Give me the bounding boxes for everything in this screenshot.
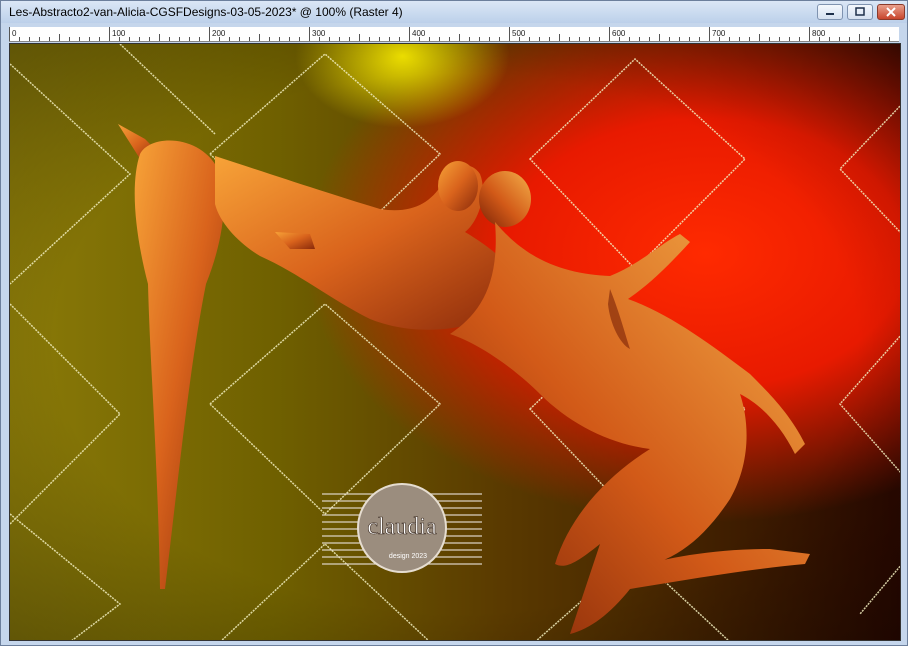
ruler-label: 300 xyxy=(312,29,326,38)
close-icon xyxy=(886,7,896,17)
watermark-subtext: design 2023 xyxy=(389,553,427,560)
window-title: Les-Abstracto2-van-Alicia-CGSFDesigns-03… xyxy=(9,5,403,19)
close-button[interactable] xyxy=(877,4,905,20)
watermark-text: claudia xyxy=(367,514,437,540)
maximize-icon xyxy=(855,7,865,16)
minimize-icon xyxy=(826,13,834,15)
horizontal-ruler[interactable]: 0 100 200 300 400 500 600 700 800 xyxy=(9,27,899,42)
image-canvas[interactable]: claudia design 2023 xyxy=(9,43,901,641)
ruler-label: 600 xyxy=(612,29,626,38)
artwork: claudia design 2023 xyxy=(10,44,900,640)
ruler-label: 0 xyxy=(12,29,17,38)
image-window: Les-Abstracto2-van-Alicia-CGSFDesigns-03… xyxy=(0,0,908,646)
maximize-button[interactable] xyxy=(847,4,873,20)
ruler-label: 400 xyxy=(412,29,426,38)
minimize-button[interactable] xyxy=(817,4,843,20)
title-bar[interactable]: Les-Abstracto2-van-Alicia-CGSFDesigns-03… xyxy=(1,1,907,23)
ruler-label: 200 xyxy=(212,29,226,38)
ruler-label: 100 xyxy=(112,29,126,38)
ruler-label: 800 xyxy=(812,29,826,38)
ruler-label: 700 xyxy=(712,29,726,38)
ruler-ticks: 0 100 200 300 400 500 600 700 800 xyxy=(9,27,890,41)
ruler-label: 500 xyxy=(512,29,526,38)
